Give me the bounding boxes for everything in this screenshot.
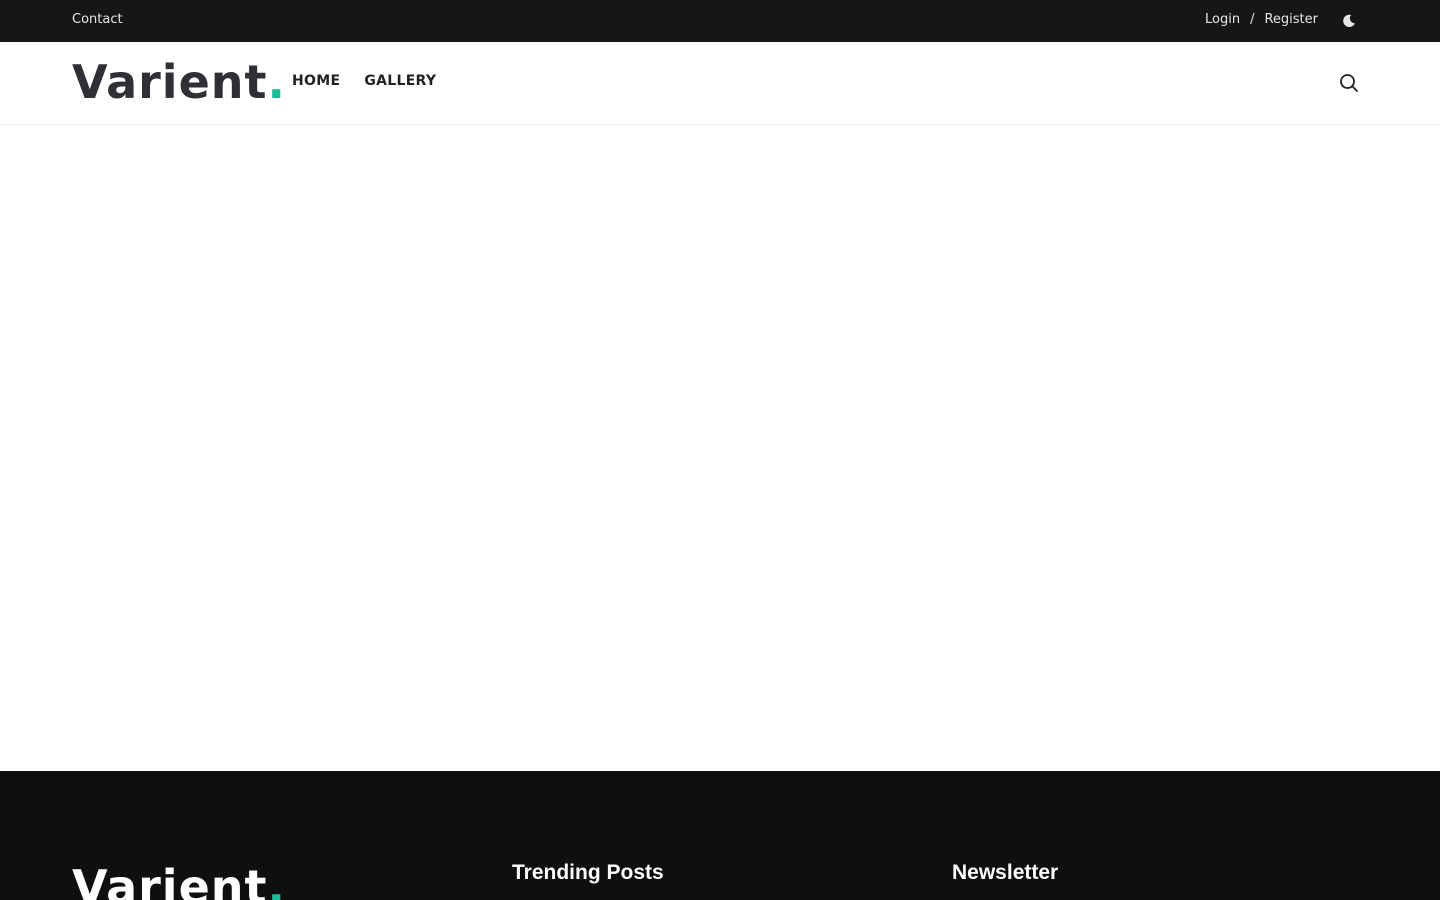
logo-dot: . (267, 55, 286, 109)
contact-link[interactable]: Contact (72, 12, 123, 27)
site-footer: Varient. Trending Posts Newsletter (0, 771, 1440, 900)
footer-logo-text: Varient (72, 860, 268, 900)
moon-icon[interactable] (1340, 12, 1358, 30)
nav-home[interactable]: HOME (292, 73, 340, 89)
trending-posts-heading: Trending Posts (512, 861, 664, 884)
main-nav: HOME GALLERY (292, 73, 436, 89)
auth-separator: / (1250, 12, 1255, 27)
search-icon[interactable] (1338, 72, 1360, 94)
register-link[interactable]: Register (1264, 12, 1318, 27)
top-bar: Contact Login / Register (0, 0, 1440, 42)
main-content (0, 125, 1440, 771)
newsletter-heading: Newsletter (952, 861, 1059, 884)
logo-text: Varient (72, 55, 268, 109)
footer-logo-dot: . (267, 860, 286, 900)
site-logo[interactable]: Varient. (72, 54, 286, 110)
site-header: Varient. HOME GALLERY (0, 42, 1440, 125)
auth-links: Login / Register (1205, 12, 1318, 27)
footer-logo[interactable]: Varient. (72, 859, 286, 900)
login-link[interactable]: Login (1205, 12, 1240, 27)
nav-gallery[interactable]: GALLERY (364, 73, 436, 89)
